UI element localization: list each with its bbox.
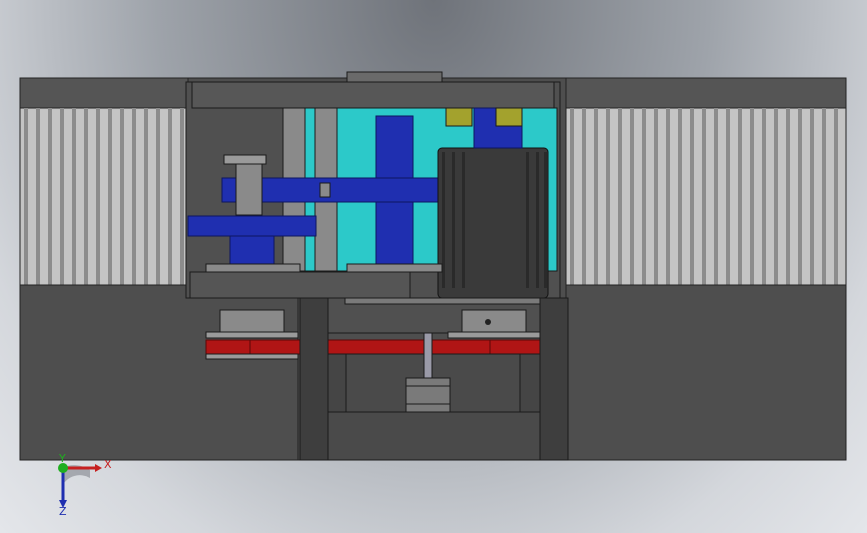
cooling-fin — [606, 108, 610, 285]
left-blue-hub — [229, 235, 275, 265]
cooling-fin — [738, 108, 742, 285]
graphics-viewport[interactable]: X Y Z — [0, 0, 867, 533]
cooling-fin — [798, 108, 802, 285]
thin-rail — [344, 297, 546, 305]
left-blue-flange — [187, 215, 317, 237]
cooling-fin — [786, 108, 790, 285]
pedestal-inner-right — [519, 353, 541, 413]
pulley-bolt — [485, 319, 491, 325]
cooling-fin — [774, 108, 778, 285]
x-axis-arrow — [95, 464, 102, 472]
cooling-fin — [582, 108, 586, 285]
cooling-fin — [690, 108, 694, 285]
cooling-fin — [822, 108, 826, 285]
x-axis-label: X — [104, 458, 112, 471]
cooling-fin — [666, 108, 670, 285]
cooling-fin — [750, 108, 754, 285]
cooling-fin — [630, 108, 634, 285]
cooling-fin — [60, 108, 64, 285]
pedestal-right-wall — [539, 297, 569, 461]
motor-rib — [526, 152, 529, 288]
cooling-fin — [36, 108, 40, 285]
cooling-fin — [834, 108, 838, 285]
pedestal-left-wall — [299, 297, 329, 461]
motor-rib — [544, 152, 547, 288]
cooling-fin — [120, 108, 124, 285]
cooling-fin — [570, 108, 574, 285]
cooling-fin — [180, 108, 184, 285]
motor-rib — [536, 152, 539, 288]
cooling-fin — [642, 108, 646, 285]
cooling-fin — [726, 108, 730, 285]
central-top-plate — [191, 81, 555, 109]
y-axis-label: Y — [58, 452, 66, 465]
base-plate-mid — [346, 263, 443, 273]
left-lower-rim-2 — [205, 353, 299, 360]
top-band-left — [19, 77, 189, 109]
z-axis-label: Z — [59, 505, 67, 518]
pedestal-floor — [327, 411, 541, 461]
coordinate-triad: X Y Z — [58, 452, 112, 518]
rod-block — [405, 377, 451, 413]
cad-model-assembly[interactable] — [0, 0, 867, 533]
top-cap — [346, 71, 443, 83]
cooling-fin — [714, 108, 718, 285]
cooling-fin — [762, 108, 766, 285]
cooling-fin — [654, 108, 658, 285]
cooling-fin — [678, 108, 682, 285]
lower-right-housing — [565, 284, 847, 461]
cooling-fin — [168, 108, 172, 285]
cooling-fin — [156, 108, 160, 285]
left-lower-rim — [205, 331, 299, 339]
cooling-fin — [96, 108, 100, 285]
left-stud — [235, 162, 263, 216]
left-lower-pulley — [219, 309, 285, 333]
cooling-fin — [108, 108, 112, 285]
left-base-plate — [205, 263, 301, 273]
lower-frame-bar — [189, 271, 411, 299]
motor-rib — [462, 152, 465, 288]
cooling-fin — [84, 108, 88, 285]
cooling-fin — [72, 108, 76, 285]
top-band-right — [565, 77, 847, 109]
arm-clip — [319, 182, 331, 198]
cooling-fin — [144, 108, 148, 285]
pedestal-inner-left — [327, 353, 347, 413]
olive-block-left — [445, 107, 473, 127]
cooling-fin — [132, 108, 136, 285]
cooling-fin — [24, 108, 28, 285]
cooling-fin — [48, 108, 52, 285]
cooling-fin — [810, 108, 814, 285]
right-lower-rim — [447, 331, 541, 339]
motor-rib — [452, 152, 455, 288]
olive-block-right — [495, 107, 523, 127]
vertical-rod — [423, 332, 433, 379]
cooling-fin — [618, 108, 622, 285]
left-nut — [223, 154, 267, 165]
right-lower-pulley — [461, 309, 527, 333]
cooling-fin — [702, 108, 706, 285]
cooling-fin — [594, 108, 598, 285]
